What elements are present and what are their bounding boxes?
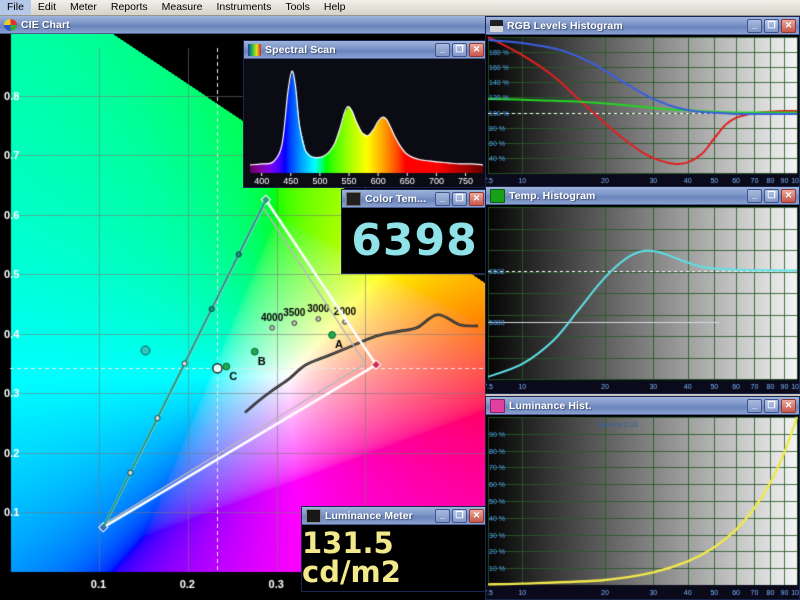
maximize-button[interactable]: ❐	[452, 509, 467, 523]
menu-bar: File Edit Meter Reports Measure Instrume…	[0, 0, 800, 16]
close-icon: ✕	[785, 191, 793, 200]
luminance-meter-titlebar[interactable]: Luminance Meter _ ❐ ✕	[302, 507, 487, 525]
maximize-icon: ❐	[455, 45, 463, 54]
lumhist-icon	[490, 399, 505, 413]
minimize-icon: _	[752, 21, 757, 30]
maximize-icon: ❐	[767, 21, 775, 30]
luminance-meter-window-buttons: _ ❐ ✕	[435, 509, 485, 523]
color-temperature-window[interactable]: Color Tem... _ ❐ ✕ 6398	[341, 189, 488, 274]
luminance-histogram-plot[interactable]	[486, 415, 799, 599]
maximize-icon: ❐	[455, 194, 463, 203]
maximize-button[interactable]: ❐	[452, 192, 467, 206]
luminance-meter-window[interactable]: Luminance Meter _ ❐ ✕ 131.5 cd/m2	[301, 506, 488, 592]
temp-histogram-window[interactable]: Temp. Histogram _ ❐ ✕	[485, 186, 800, 394]
maximize-icon: ❐	[767, 401, 775, 410]
menu-item-file[interactable]: File	[0, 0, 31, 15]
temperature-icon	[346, 192, 361, 206]
temp-histogram-body[interactable]	[486, 205, 799, 393]
minimize-icon: _	[440, 194, 445, 203]
maximize-icon: ❐	[767, 191, 775, 200]
menu-item-edit[interactable]: Edit	[31, 0, 63, 15]
rgb-icon	[490, 20, 503, 32]
color-temperature-body: 6398	[342, 208, 487, 273]
rgb-levels-histogram-plot[interactable]	[486, 35, 799, 187]
close-icon: ✕	[785, 21, 793, 30]
close-icon: ✕	[473, 194, 481, 203]
close-button[interactable]: ✕	[469, 192, 484, 206]
temphist-icon	[490, 189, 505, 203]
menu-item-instruments[interactable]: Instruments	[209, 0, 278, 15]
color-temperature-window-buttons: _ ❐ ✕	[435, 192, 485, 206]
color-temperature-value: 6398	[351, 219, 477, 263]
minimize-button[interactable]: _	[747, 189, 762, 203]
minimize-icon: _	[440, 511, 445, 520]
lux-icon	[306, 509, 321, 523]
temp-histogram-plot[interactable]	[486, 205, 799, 393]
maximize-icon: ❐	[455, 511, 463, 520]
close-icon: ✕	[473, 45, 481, 54]
rgb-levels-histogram-titlebar[interactable]: RGB Levels Histogram _ ❐ ✕	[486, 17, 799, 35]
spectral-scan-title: Spectral Scan	[265, 44, 435, 56]
menu-item-meter[interactable]: Meter	[63, 0, 104, 15]
temp-histogram-window-buttons: _ ❐ ✕	[747, 189, 797, 203]
spectral-scan-window[interactable]: Spectral Scan _ ❐ ✕	[243, 40, 488, 188]
minimize-button[interactable]: _	[747, 19, 762, 33]
luminance-histogram-window-buttons: _ ❐ ✕	[747, 399, 797, 413]
close-button[interactable]: ✕	[781, 189, 796, 203]
spectral-scan-plot[interactable]	[244, 59, 487, 187]
maximize-button[interactable]: ❐	[764, 189, 779, 203]
minimize-button[interactable]: _	[435, 192, 450, 206]
close-button[interactable]: ✕	[781, 399, 796, 413]
luminance-meter-body: 131.5 cd/m2	[302, 525, 487, 591]
rgb-levels-histogram-title: RGB Levels Histogram	[507, 20, 747, 32]
temp-histogram-titlebar[interactable]: Temp. Histogram _ ❐ ✕	[486, 187, 799, 205]
luminance-histogram-body[interactable]	[486, 415, 799, 599]
rgb-levels-histogram-window[interactable]: RGB Levels Histogram _ ❐ ✕	[485, 16, 800, 188]
minimize-button[interactable]: _	[435, 43, 450, 57]
menu-item-help[interactable]: Help	[317, 0, 353, 15]
spectral-scan-titlebar[interactable]: Spectral Scan _ ❐ ✕	[244, 41, 487, 59]
color-temperature-titlebar[interactable]: Color Tem... _ ❐ ✕	[342, 190, 487, 208]
spectral-scan-window-buttons: _ ❐ ✕	[435, 43, 485, 57]
maximize-button[interactable]: ❐	[764, 19, 779, 33]
luminance-meter-title: Luminance Meter	[325, 510, 435, 522]
minimize-button[interactable]: _	[747, 399, 762, 413]
close-icon: ✕	[785, 401, 793, 410]
cie-chart-titlebar[interactable]: CIE Chart	[0, 16, 486, 34]
rgb-levels-histogram-body[interactable]	[486, 35, 799, 187]
minimize-button[interactable]: _	[435, 509, 450, 523]
close-button[interactable]: ✕	[781, 19, 796, 33]
cie-chart-title: CIE Chart	[21, 19, 484, 31]
luminance-histogram-title: Luminance Hist.	[509, 400, 747, 412]
temp-histogram-title: Temp. Histogram	[509, 190, 747, 202]
spectrum-icon	[248, 44, 261, 56]
menu-item-measure[interactable]: Measure	[155, 0, 210, 15]
maximize-button[interactable]: ❐	[764, 399, 779, 413]
close-button[interactable]: ✕	[469, 43, 484, 57]
minimize-icon: _	[752, 401, 757, 410]
luminance-meter-value: 131.5 cd/m2	[302, 529, 487, 587]
menu-item-tools[interactable]: Tools	[278, 0, 317, 15]
maximize-button[interactable]: ❐	[452, 43, 467, 57]
color-temperature-title: Color Tem...	[365, 193, 435, 205]
palette-icon	[4, 19, 17, 31]
luminance-histogram-window[interactable]: Luminance Hist. _ ❐ ✕	[485, 396, 800, 600]
minimize-icon: _	[440, 45, 445, 54]
luminance-histogram-titlebar[interactable]: Luminance Hist. _ ❐ ✕	[486, 397, 799, 415]
menu-item-reports[interactable]: Reports	[104, 0, 155, 15]
minimize-icon: _	[752, 191, 757, 200]
rgb-levels-histogram-window-buttons: _ ❐ ✕	[747, 19, 797, 33]
close-button[interactable]: ✕	[469, 509, 484, 523]
spectral-scan-body[interactable]	[244, 59, 487, 187]
close-icon: ✕	[473, 511, 481, 520]
